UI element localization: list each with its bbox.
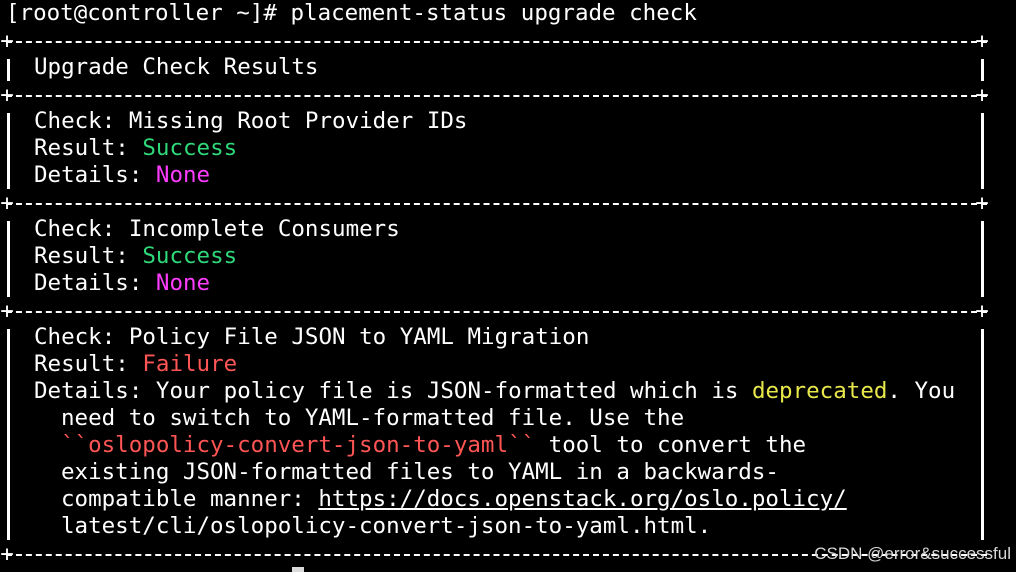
details-label: Details: [34,162,156,188]
result-label: Result: [34,351,143,377]
details-label: Details: [34,270,156,296]
details-row: Details: Your policy file is JSON-format… [34,378,955,405]
details-text: need to switch to YAML-formatted file. U… [61,405,685,431]
details-text: existing JSON-formatted files to YAML in… [61,459,779,485]
table-side-border [981,113,984,189]
details-text: `` [508,432,536,458]
deprecated-keyword: deprecated [751,378,888,404]
details-label: Details: [34,378,156,404]
table-side-border [981,329,984,540]
table-border [6,203,987,205]
table-corner: + [0,28,14,54]
result-value: Success [142,243,238,269]
tool-name: oslopolicy-convert-json-to-yaml [88,432,509,458]
terminal-cursor [292,567,304,572]
table-border [6,95,987,97]
result-label: Result: [34,135,143,161]
table-corner: + [0,82,14,108]
docs-link[interactable]: https://docs.openstack.org/oslo.policy/ [318,486,846,512]
result-value: Failure [142,351,238,377]
result-row: Result: Success [34,243,237,270]
command-text: placement-status upgrade check [290,0,697,26]
command-line: [root@controller ~]# placement-status up… [6,0,697,27]
details-text: Your policy file is JSON-formatted which… [155,378,752,404]
table-corner: + [0,190,14,216]
result-row: Result: Success [34,135,237,162]
details-value: None [155,270,211,296]
details-value: None [155,162,211,188]
result-row: Result: Failure [34,351,237,378]
details-row: ``oslopolicy-convert-json-to-yaml`` tool… [61,432,806,459]
details-row: Details: None [34,270,210,297]
details-text: latest/cli/oslopolicy-convert-json-to-ya… [61,513,712,539]
details-text: . You [887,378,956,404]
check-row: Check: Incomplete Consumers [34,216,400,243]
table-border-top [6,41,987,43]
check-row: Check: Policy File JSON to YAML Migratio… [34,324,589,351]
table-corner: + [975,82,989,108]
check-name: Incomplete Consumers [128,216,400,242]
check-label: Check: [34,108,129,134]
check-row: Check: Missing Root Provider IDs [34,108,467,135]
check-label: Check: [34,324,129,350]
shell-prompt: [root@controller ~]# [6,0,291,26]
check-name: Policy File JSON to YAML Migration [128,324,590,350]
table-side-border [7,221,10,297]
table-corner: + [975,190,989,216]
table-border [6,311,987,313]
check-label: Check: [34,216,129,242]
details-row: compatible manner: https://docs.openstac… [61,486,847,513]
table-side-border [7,329,10,540]
table-corner: + [0,541,14,567]
terminal-window[interactable]: [root@controller ~]# placement-status up… [0,0,1010,572]
details-text: tool to convert the [535,432,807,458]
table-side-border [981,221,984,297]
table-side-border [7,59,10,81]
details-text: compatible manner: [61,486,319,512]
check-name: Missing Root Provider IDs [128,108,468,134]
table-corner: + [0,298,14,324]
result-value: Success [142,135,238,161]
table-side-border [7,113,10,189]
details-text: `` [61,432,89,458]
table-title: Upgrade Check Results [34,54,319,80]
table-corner: + [975,28,989,54]
table-corner: + [975,298,989,324]
result-label: Result: [34,243,143,269]
table-side-border [981,59,984,81]
details-row: Details: None [34,162,210,189]
watermark: CSDN @error&successful [814,544,1011,563]
